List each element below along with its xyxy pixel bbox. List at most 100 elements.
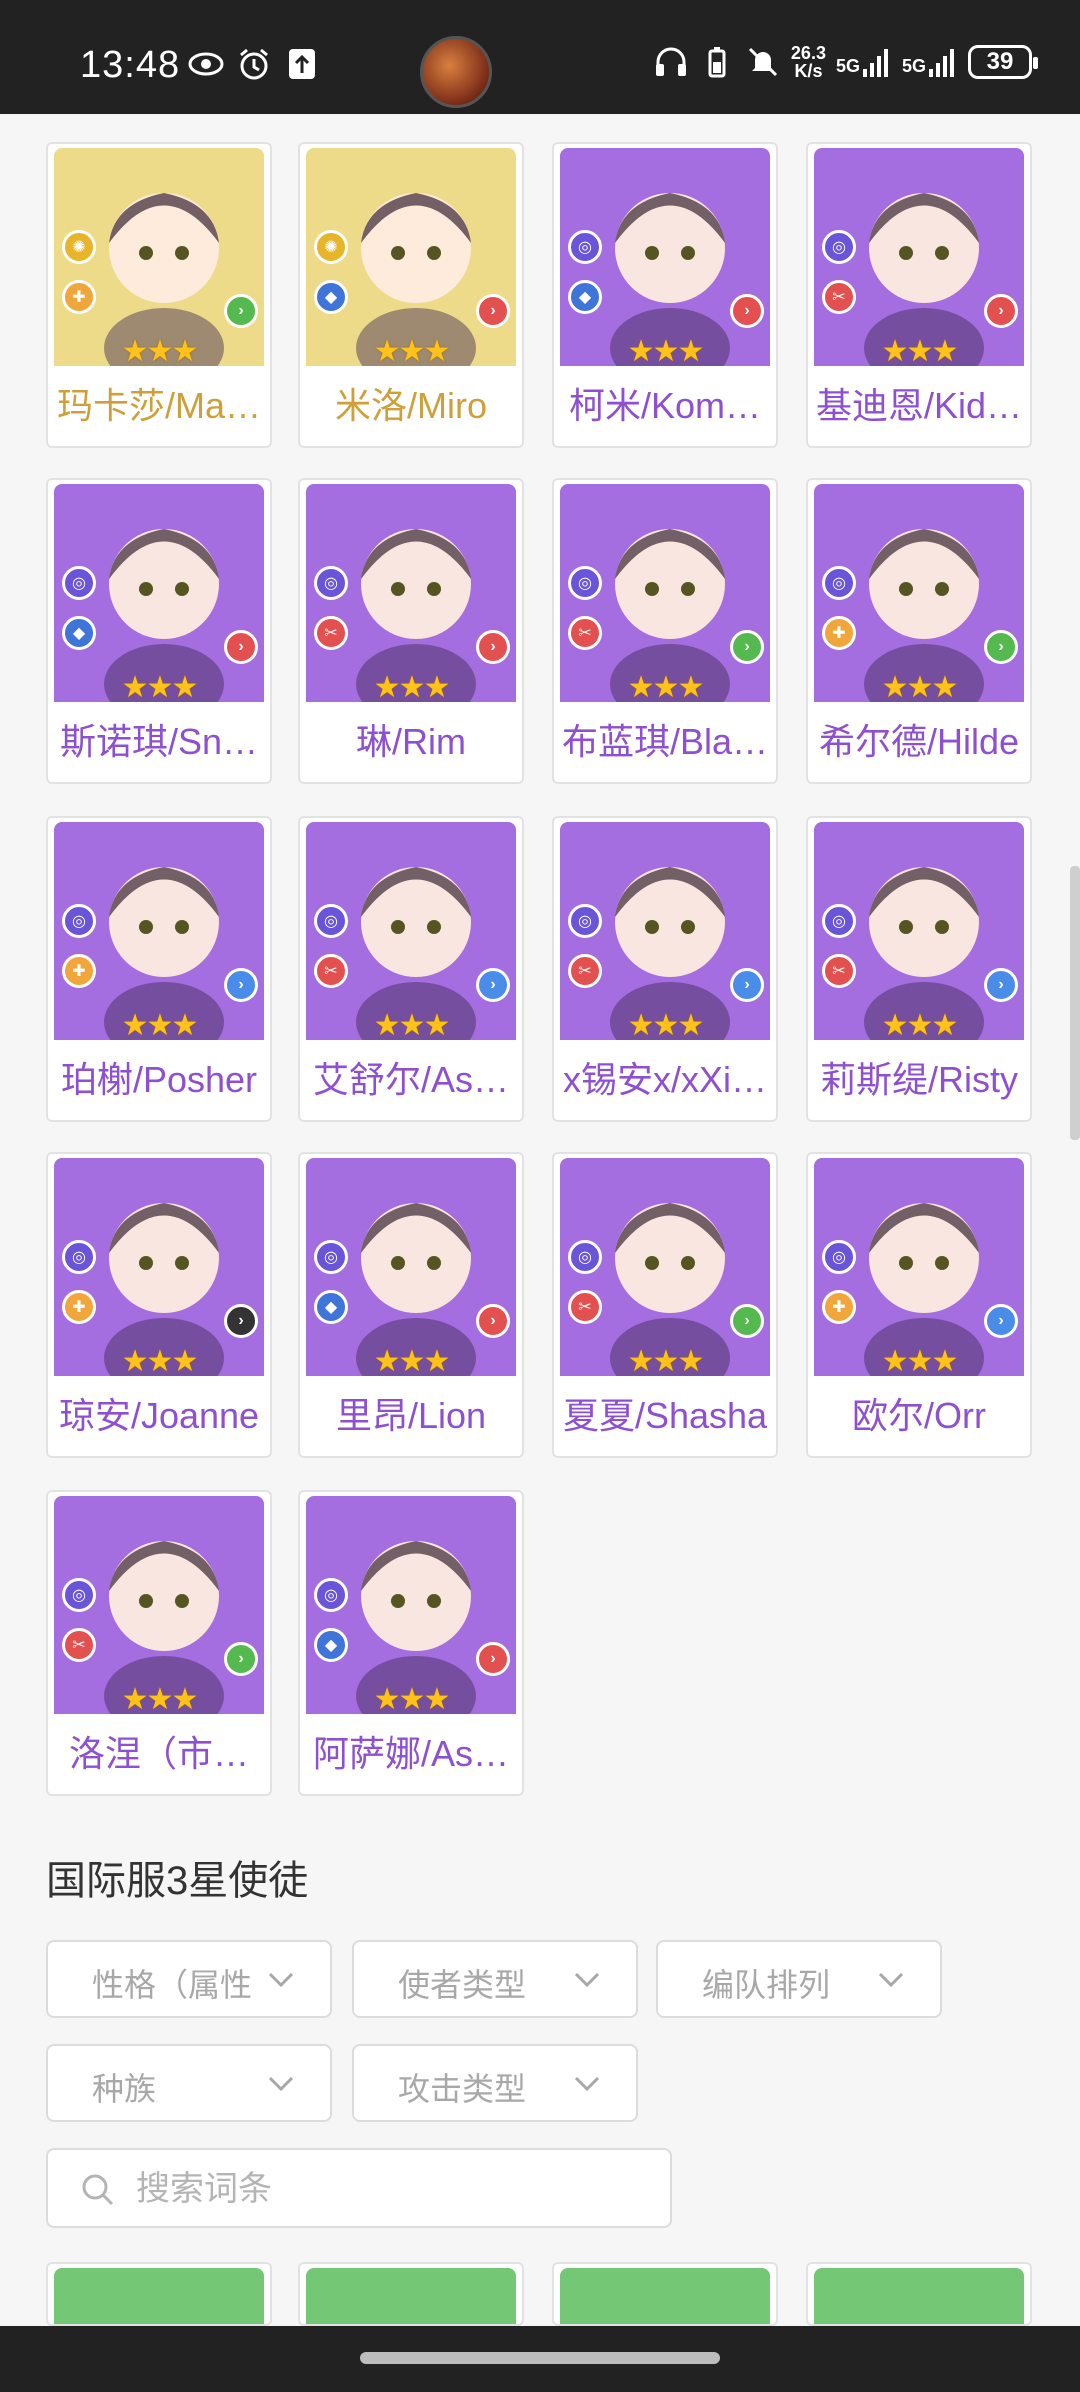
character-card[interactable] bbox=[46, 2262, 272, 2326]
character-portrait: ◎ ✚ › ★★★ bbox=[814, 1158, 1024, 1376]
position-arrow-icon: › bbox=[730, 630, 764, 664]
character-card[interactable]: ◎ ✚ › ★★★ 希尔德/Hilde bbox=[806, 478, 1032, 784]
filter-attack-select[interactable]: 攻击类型 bbox=[352, 2044, 638, 2122]
character-card[interactable]: ◎ ✂ › ★★★ 琳/Rim bbox=[298, 478, 524, 784]
filter-personality-select[interactable]: 性格（属性 bbox=[46, 1940, 332, 2018]
character-portrait: ◎ ◆ › ★★★ bbox=[306, 1496, 516, 1714]
upload-icon bbox=[284, 46, 320, 82]
character-card[interactable]: ◎ ✂ › ★★★ 莉斯缇/Risty bbox=[806, 816, 1032, 1122]
position-arrow-icon: › bbox=[224, 968, 258, 1002]
filter-type-select[interactable]: 使者类型 bbox=[352, 1940, 638, 2018]
position-arrow-icon: › bbox=[476, 968, 510, 1002]
scrollbar[interactable] bbox=[1070, 866, 1080, 1140]
star-rating: ★★★ bbox=[627, 335, 705, 366]
star-rating: ★★★ bbox=[373, 1345, 451, 1376]
character-portrait: ◎ ✂ › ★★★ bbox=[814, 822, 1024, 1040]
character-card[interactable]: ◎ ✂ › ★★★ 基迪恩/Kid… bbox=[806, 142, 1032, 448]
position-arrow-icon: › bbox=[730, 1304, 764, 1338]
character-card[interactable]: ◎ ✂ › ★★★ 布蓝琪/Bla… bbox=[552, 478, 778, 784]
character-card[interactable]: ◎ ✂ › ★★★ 洛涅（市… bbox=[46, 1490, 272, 1796]
app-notification-avatar bbox=[420, 36, 492, 108]
character-name: 里昂/Lion bbox=[335, 1395, 487, 1436]
character-portrait: ◎ ✂ › ★★★ bbox=[560, 822, 770, 1040]
character-name: x锡安x/xXi… bbox=[562, 1059, 767, 1100]
character-name: 琼安/Joanne bbox=[58, 1395, 260, 1436]
character-card[interactable] bbox=[298, 2262, 524, 2326]
spiral-element-icon: ◎ bbox=[314, 566, 348, 600]
character-portrait: ◎ ✚ › ★★★ bbox=[814, 484, 1024, 702]
chevron-down-icon bbox=[878, 1972, 904, 1988]
position-arrow-icon: › bbox=[476, 630, 510, 664]
healer-role-icon: ✚ bbox=[62, 954, 96, 988]
position-arrow-icon: › bbox=[984, 968, 1018, 1002]
spiral-element-icon: ◎ bbox=[822, 566, 856, 600]
signal-1-label: 5G bbox=[835, 56, 860, 76]
character-portrait: ◎ ✂ › ★★★ bbox=[560, 1158, 770, 1376]
character-portrait: ◎ ✚ › ★★★ bbox=[54, 822, 264, 1040]
character-card[interactable]: ◎ ✂ › ★★★ 夏夏/Shasha bbox=[552, 1152, 778, 1458]
character-card[interactable]: ◎ ◆ › ★★★ 斯诺琪/Sn… bbox=[46, 478, 272, 784]
character-name: 基迪恩/Kid… bbox=[815, 385, 1023, 426]
character-card[interactable]: ◎ ✚ › ★★★ 琼安/Joanne bbox=[46, 1152, 272, 1458]
star-rating: ★★★ bbox=[373, 1683, 451, 1714]
attack-role-icon: ✂ bbox=[568, 616, 602, 650]
character-card[interactable] bbox=[806, 2262, 1032, 2326]
character-portrait bbox=[560, 2268, 770, 2324]
character-card[interactable]: ◎ ✚ › ★★★ 欧尔/Orr bbox=[806, 1152, 1032, 1458]
alarm-icon bbox=[236, 46, 272, 82]
character-card[interactable] bbox=[552, 2262, 778, 2326]
spiral-element-icon: ◎ bbox=[822, 904, 856, 938]
star-rating: ★★★ bbox=[121, 671, 199, 702]
chevron-down-icon bbox=[574, 1972, 600, 1988]
healer-role-icon: ✚ bbox=[822, 616, 856, 650]
character-card[interactable]: ✺ ◆ › ★★★ 米洛/Miro bbox=[298, 142, 524, 448]
character-portrait bbox=[54, 2268, 264, 2324]
position-arrow-icon: › bbox=[730, 294, 764, 328]
star-rating: ★★★ bbox=[121, 1345, 199, 1376]
shield-role-icon: ◆ bbox=[568, 280, 602, 314]
character-name: 阿萨娜/As… bbox=[312, 1733, 509, 1774]
star-rating: ★★★ bbox=[121, 1009, 199, 1040]
position-arrow-icon: › bbox=[984, 294, 1018, 328]
star-rating: ★★★ bbox=[121, 1683, 199, 1714]
character-card[interactable]: ◎ ✚ › ★★★ 珀榭/Posher bbox=[46, 816, 272, 1122]
headphones-icon bbox=[653, 44, 689, 80]
signal-1: 5G bbox=[836, 47, 892, 77]
position-arrow-icon: › bbox=[476, 1304, 510, 1338]
healer-role-icon: ✚ bbox=[62, 1290, 96, 1324]
attack-role-icon: ✂ bbox=[62, 1628, 96, 1662]
character-card[interactable]: ◎ ◆ › ★★★ 柯米/Kom… bbox=[552, 142, 778, 448]
character-card[interactable]: ◎ ✂ › ★★★ 艾舒尔/As… bbox=[298, 816, 524, 1122]
position-arrow-icon: › bbox=[224, 1642, 258, 1676]
net-speed: 26.3 K/s bbox=[791, 44, 826, 80]
character-card[interactable]: ✺ ✚ › ★★★ 玛卡莎/Ma… bbox=[46, 142, 272, 448]
signal-2: 5G bbox=[902, 47, 958, 77]
spiral-element-icon: ◎ bbox=[62, 566, 96, 600]
mute-icon bbox=[745, 44, 781, 80]
chevron-down-icon bbox=[268, 1972, 294, 1988]
character-card[interactable]: ◎ ◆ › ★★★ 阿萨娜/As… bbox=[298, 1490, 524, 1796]
light-element-icon: ✺ bbox=[62, 230, 96, 264]
star-rating: ★★★ bbox=[627, 671, 705, 702]
chevron-down-icon bbox=[268, 2076, 294, 2092]
search-box[interactable] bbox=[46, 2148, 672, 2228]
search-input[interactable] bbox=[134, 2162, 658, 2216]
healer-role-icon: ✚ bbox=[62, 280, 96, 314]
chevron-down-icon bbox=[574, 2076, 600, 2092]
character-portrait bbox=[814, 2268, 1024, 2324]
navigation-bar bbox=[0, 2326, 1080, 2392]
home-gesture-handle[interactable] bbox=[360, 2352, 720, 2364]
filter-formation-select[interactable]: 编队排列 bbox=[656, 1940, 942, 2018]
filter-race-select[interactable]: 种族 bbox=[46, 2044, 332, 2122]
spiral-element-icon: ◎ bbox=[568, 566, 602, 600]
character-name: 布蓝琪/Bla… bbox=[561, 721, 769, 762]
character-card[interactable]: ◎ ✂ › ★★★ x锡安x/xXi… bbox=[552, 816, 778, 1122]
light-element-icon: ✺ bbox=[314, 230, 348, 264]
character-portrait bbox=[306, 2268, 516, 2324]
character-portrait: ✺ ◆ › ★★★ bbox=[306, 148, 516, 366]
spiral-element-icon: ◎ bbox=[568, 904, 602, 938]
character-card[interactable]: ◎ ◆ › ★★★ 里昂/Lion bbox=[298, 1152, 524, 1458]
character-portrait: ◎ ✂ › ★★★ bbox=[54, 1496, 264, 1714]
character-name: 米洛/Miro bbox=[335, 385, 487, 426]
character-name: 琳/Rim bbox=[356, 721, 466, 762]
